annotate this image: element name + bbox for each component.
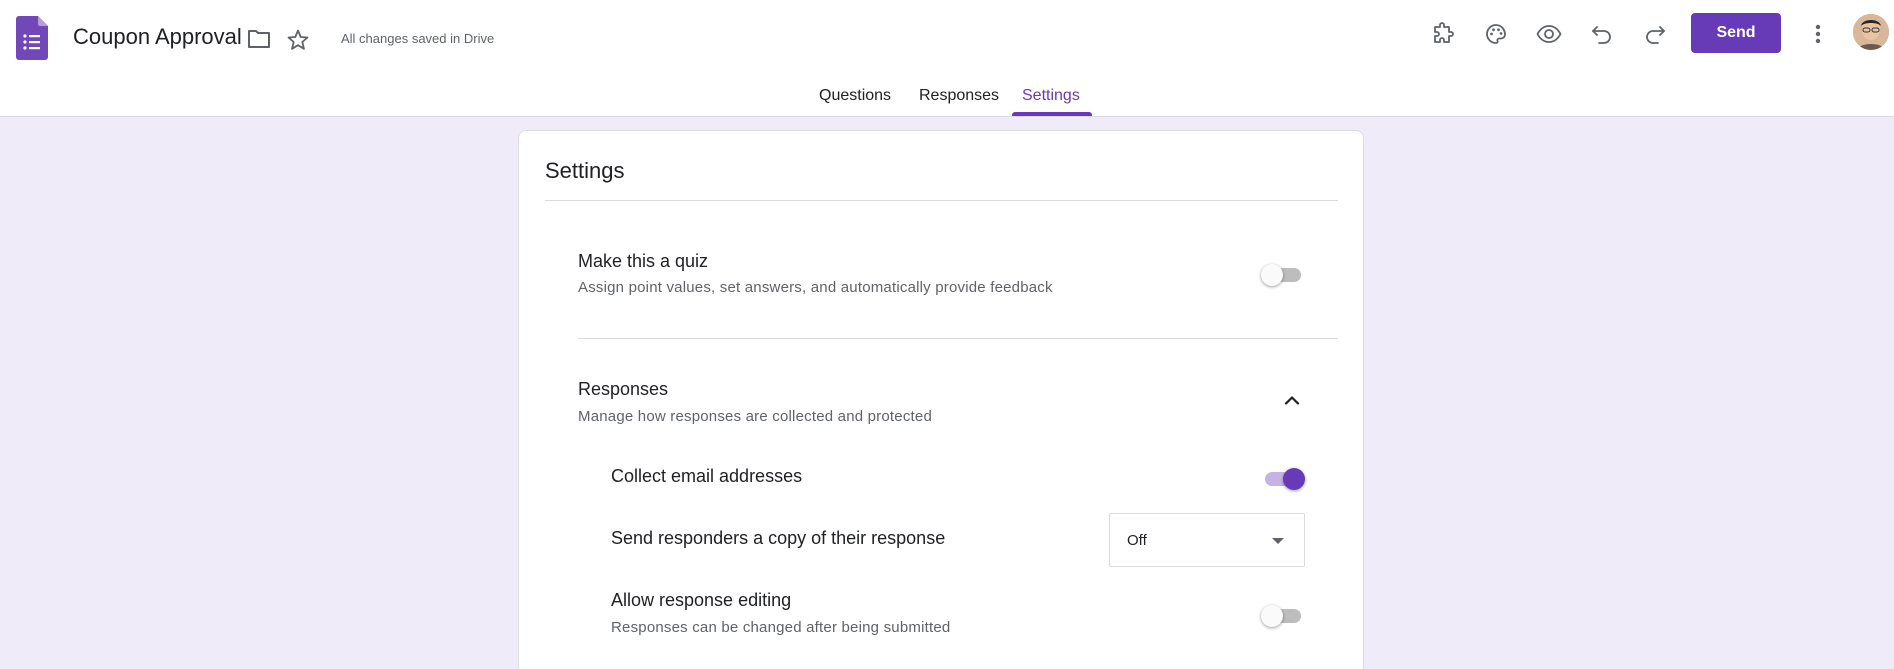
dropdown-arrow-icon bbox=[1272, 538, 1284, 544]
toggle-thumb bbox=[1261, 605, 1283, 627]
toggle-thumb bbox=[1283, 468, 1305, 490]
allow-editing-toggle[interactable] bbox=[1261, 601, 1305, 629]
active-tab-indicator bbox=[1012, 112, 1092, 116]
top-bar: Coupon Approval All changes saved in Dri… bbox=[0, 0, 1894, 117]
collect-email-title: Collect email addresses bbox=[611, 466, 803, 486]
settings-title: Settings bbox=[545, 158, 625, 183]
save-status: All changes saved in Drive bbox=[341, 31, 495, 46]
allow-editing-title: Allow response editing bbox=[611, 590, 792, 610]
tab-responses[interactable]: Responses bbox=[919, 87, 999, 105]
toggle-thumb bbox=[1261, 264, 1283, 286]
send-copy-select[interactable]: Off bbox=[1109, 513, 1305, 567]
settings-title-divider bbox=[545, 200, 1338, 201]
send-copy-select-value: Off bbox=[1127, 532, 1147, 549]
collect-email-toggle[interactable] bbox=[1261, 464, 1305, 492]
collapse-chevron-up-icon[interactable] bbox=[1280, 388, 1304, 412]
quiz-setting-title: Make this a quiz bbox=[578, 251, 709, 271]
send-copy-title: Send responders a copy of their response bbox=[611, 528, 946, 548]
palette-icon[interactable] bbox=[1482, 20, 1510, 48]
responses-section-description: Manage how responses are collected and p… bbox=[578, 408, 932, 425]
folder-icon[interactable] bbox=[245, 26, 273, 52]
more-options-icon[interactable] bbox=[1806, 20, 1830, 48]
redo-icon[interactable] bbox=[1641, 20, 1669, 48]
add-ons-icon[interactable] bbox=[1429, 20, 1457, 48]
tab-settings[interactable]: Settings bbox=[1022, 87, 1080, 105]
quiz-toggle[interactable] bbox=[1261, 260, 1305, 288]
account-avatar[interactable] bbox=[1853, 14, 1889, 50]
undo-icon[interactable] bbox=[1588, 20, 1616, 48]
tab-questions[interactable]: Questions bbox=[819, 87, 891, 105]
quiz-setting-description: Assign point values, set answers, and au… bbox=[578, 279, 1053, 296]
preview-eye-icon[interactable] bbox=[1534, 20, 1564, 48]
quiz-divider bbox=[578, 338, 1338, 339]
responses-section-title: Responses bbox=[578, 379, 669, 399]
allow-editing-description: Responses can be changed after being sub… bbox=[611, 619, 951, 636]
star-icon[interactable] bbox=[284, 26, 312, 54]
form-title[interactable]: Coupon Approval bbox=[73, 24, 242, 50]
send-button[interactable]: Send bbox=[1691, 13, 1781, 53]
forms-logo-icon[interactable] bbox=[16, 16, 48, 60]
